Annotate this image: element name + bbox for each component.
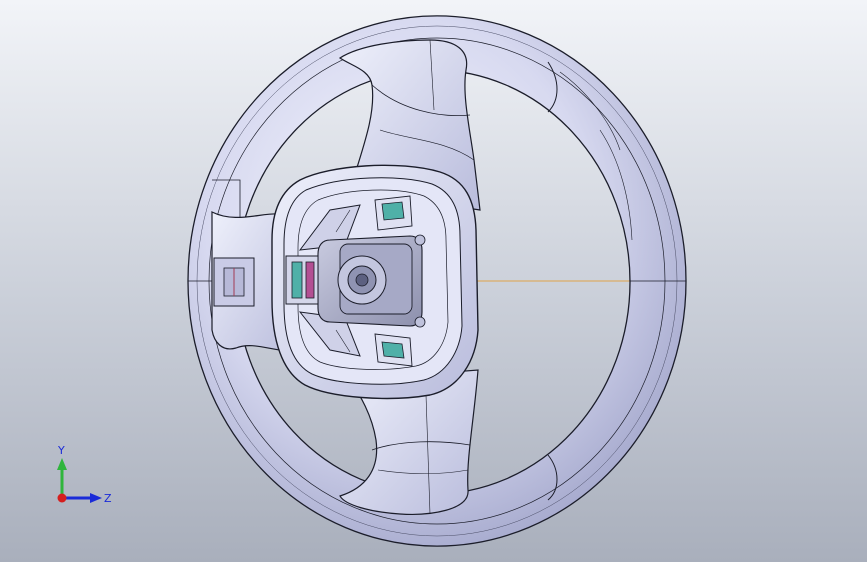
cad-viewport[interactable] bbox=[0, 0, 867, 562]
y-axis-label: Y bbox=[57, 444, 65, 457]
x-axis-icon bbox=[57, 493, 67, 503]
z-axis-label: Z bbox=[104, 492, 112, 505]
coordinate-triad: Y Z bbox=[57, 444, 112, 505]
